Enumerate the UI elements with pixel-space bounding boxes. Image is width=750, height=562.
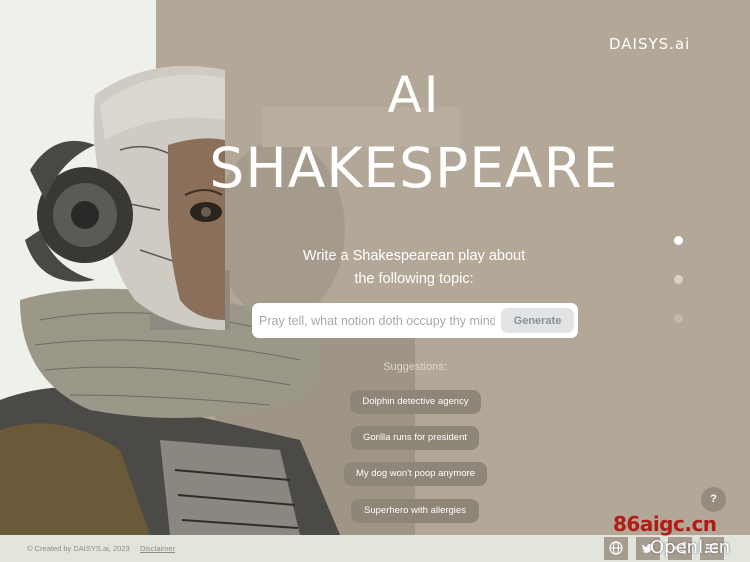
- watermark-openl: Openl.cn: [650, 537, 731, 558]
- prompt-text-line2: the following topic:: [354, 271, 474, 287]
- hero-title-ai: AI: [387, 66, 441, 124]
- hero-title-shakespeare: SHAKESPEARE: [209, 136, 619, 200]
- carousel-dot-active[interactable]: [674, 236, 683, 245]
- suggestion-chip[interactable]: Gorilla runs for president: [351, 426, 479, 450]
- disclaimer-link[interactable]: Disclaimer: [140, 544, 175, 553]
- suggestion-chip[interactable]: My dog won't poop anymore: [344, 462, 487, 486]
- globe-icon: [609, 541, 623, 555]
- suggestions-label: Suggestions:: [383, 361, 447, 373]
- topic-input-box: Generate: [252, 303, 578, 338]
- prompt-text-line1: Write a Shakespearean play about: [302, 248, 526, 264]
- footer-copyright: © Created by DAISYS.ai, 2023: [27, 544, 130, 553]
- watermark-86aigc: 86aigc.cn: [613, 512, 717, 536]
- help-button[interactable]: ?: [701, 487, 726, 512]
- generate-button[interactable]: Generate: [501, 308, 574, 333]
- suggestion-chip[interactable]: Dolphin detective agency: [350, 390, 481, 414]
- suggestion-chip[interactable]: Superhero with allergies: [351, 499, 479, 523]
- topic-input[interactable]: [259, 311, 495, 331]
- carousel-dot[interactable]: [674, 275, 683, 284]
- carousel-dot[interactable]: [674, 314, 683, 323]
- language-button[interactable]: [604, 537, 628, 560]
- brand-logo[interactable]: DAISYS.ai: [609, 35, 690, 53]
